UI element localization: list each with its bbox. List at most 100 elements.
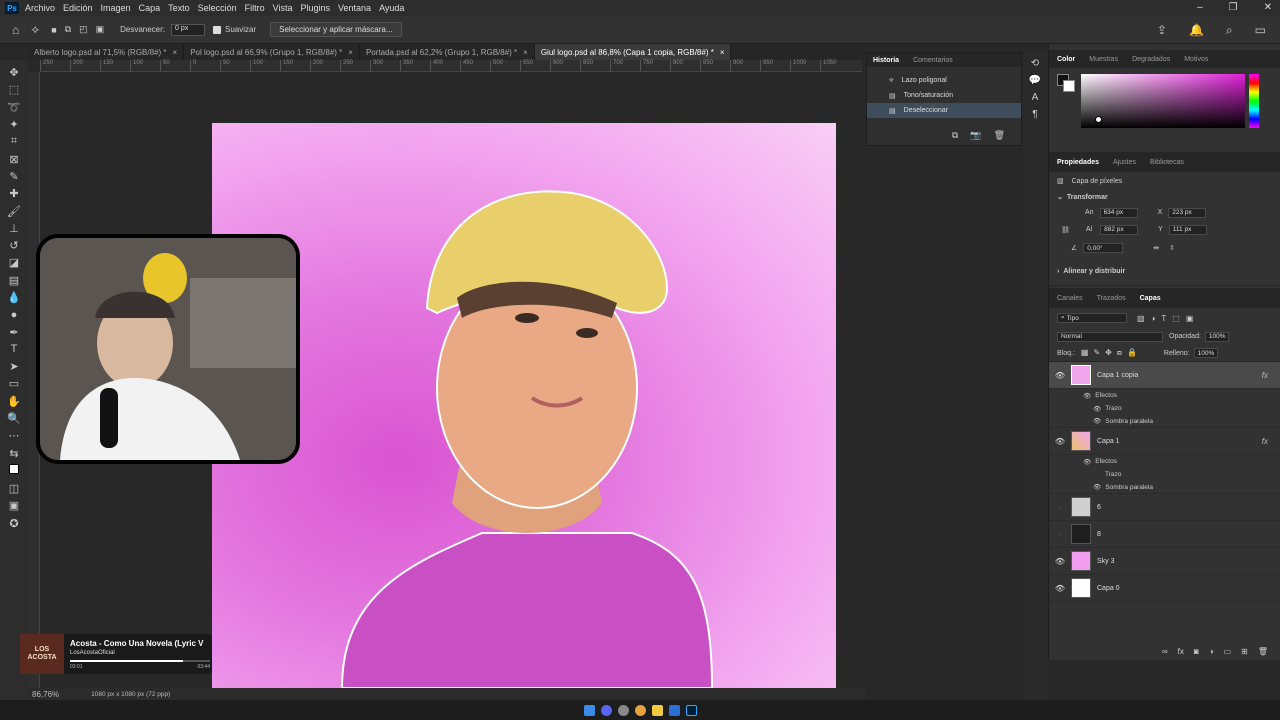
- effects-row[interactable]: 👁 Efectos: [1049, 455, 1280, 468]
- character-panel-icon[interactable]: A: [1032, 92, 1039, 103]
- doc-tab-active[interactable]: Giul logo.psd al 86,8% (Capa 1 copia, RG…: [534, 44, 732, 60]
- opacity-input[interactable]: 100%: [1204, 331, 1229, 342]
- intersect-selection-icon[interactable]: ▣: [96, 24, 105, 35]
- new-selection-icon[interactable]: ■: [51, 25, 56, 35]
- effect-row[interactable]: Trazo: [1049, 468, 1280, 481]
- doc-tab[interactable]: Pol logo.psd al 66,9% (Grupo 1, RGB/8#) …: [184, 44, 360, 60]
- tab-historia[interactable]: Historia: [873, 57, 899, 64]
- doc-tab[interactable]: Alberto logo.psd al 71,5% (RGB/8#) * ×: [28, 44, 185, 60]
- blur-tool-icon[interactable]: 💧: [5, 289, 23, 306]
- delete-layer-icon[interactable]: 🗑: [1258, 647, 1268, 656]
- effect-row[interactable]: 👁 Sombra paralela: [1049, 481, 1280, 494]
- eye-icon[interactable]: 👁: [1049, 371, 1071, 380]
- discord-icon[interactable]: [600, 704, 612, 716]
- paragraph-panel-icon[interactable]: ¶: [1032, 109, 1037, 120]
- x-input[interactable]: 223 px: [1168, 207, 1207, 218]
- move-tool-icon[interactable]: ✥: [5, 64, 23, 81]
- tab-trazados[interactable]: Trazados: [1097, 295, 1126, 302]
- eye-icon[interactable]: 👁: [1049, 557, 1071, 566]
- width-input[interactable]: 634 px: [1099, 207, 1138, 218]
- pen-tool-icon[interactable]: ✒: [5, 323, 23, 340]
- height-input[interactable]: 882 px: [1100, 224, 1139, 235]
- expand-icon[interactable]: ›: [1057, 268, 1059, 275]
- tab-ajustes[interactable]: Ajustes: [1113, 159, 1136, 166]
- crop-tool-icon[interactable]: ⌗: [5, 133, 23, 150]
- menu-seleccion[interactable]: Selección: [198, 3, 237, 13]
- tab-degradados[interactable]: Degradados: [1132, 56, 1170, 63]
- layer-row[interactable]: ▫ 6: [1049, 494, 1280, 521]
- marquee-tool-icon[interactable]: ⬚: [5, 81, 23, 98]
- eye-icon[interactable]: 👁: [1083, 458, 1091, 466]
- fill-input[interactable]: 100%: [1193, 348, 1218, 358]
- layer-name[interactable]: Sky 3: [1097, 558, 1115, 565]
- tab-comentarios[interactable]: Comentarios: [913, 57, 953, 64]
- eye-hidden-icon[interactable]: ▫: [1049, 503, 1071, 512]
- layer-name[interactable]: Capa 1: [1097, 438, 1120, 445]
- tab-motivos[interactable]: Motivos: [1184, 56, 1208, 63]
- track-progress-bar[interactable]: [70, 659, 210, 662]
- subtract-selection-icon[interactable]: ◰: [79, 24, 88, 35]
- windows-start-icon[interactable]: [583, 704, 595, 716]
- close-tab-icon[interactable]: ×: [348, 48, 353, 57]
- home-icon[interactable]: ⌂: [12, 23, 19, 37]
- effect-row[interactable]: 👁 Sombra paralela: [1049, 415, 1280, 428]
- generative-icon[interactable]: ✪: [5, 514, 23, 531]
- eraser-tool-icon[interactable]: ◪: [5, 254, 23, 271]
- menu-capa[interactable]: Capa: [139, 3, 161, 13]
- dodge-tool-icon[interactable]: ●: [5, 306, 23, 323]
- new-group-icon[interactable]: ▭: [1224, 647, 1232, 656]
- collapse-icon[interactable]: ⌄: [1057, 193, 1063, 201]
- foreground-color-swatch[interactable]: [9, 463, 19, 474]
- screen-mode-icon[interactable]: ▣: [5, 497, 23, 514]
- menu-archivo[interactable]: Archivo: [25, 3, 55, 13]
- eye-icon[interactable]: 👁: [1049, 584, 1071, 593]
- fx-icon[interactable]: fx: [1262, 437, 1268, 446]
- smooth-checkbox[interactable]: [213, 25, 222, 34]
- filter-icons[interactable]: ▧◑T⬚▣: [1137, 314, 1199, 323]
- maximize-icon[interactable]: ❐: [1229, 2, 1238, 13]
- quick-mask-icon[interactable]: ◫: [5, 480, 23, 497]
- menu-edicion[interactable]: Edición: [63, 3, 93, 13]
- document-canvas[interactable]: [212, 123, 836, 688]
- menu-plugins[interactable]: Plugins: [301, 3, 331, 13]
- minimize-icon[interactable]: –: [1197, 2, 1203, 13]
- color-field-cursor[interactable]: [1095, 116, 1102, 123]
- history-item-selected[interactable]: ▤ Deseleccionar: [867, 103, 1021, 118]
- eye-icon[interactable]: 👁: [1093, 483, 1101, 491]
- menu-texto[interactable]: Texto: [168, 3, 190, 13]
- lock-icons[interactable]: ▦✎✥⧈🔒: [1081, 348, 1142, 358]
- add-mask-icon[interactable]: ◙: [1194, 647, 1199, 656]
- tab-propiedades[interactable]: Propiedades: [1057, 159, 1099, 166]
- color-field[interactable]: [1081, 74, 1245, 128]
- history-item[interactable]: ▤ Tono/saturación: [867, 88, 1021, 103]
- layer-row[interactable]: 👁 Capa 1 fx: [1049, 428, 1280, 455]
- layer-name[interactable]: Capa 1 copia: [1097, 372, 1138, 379]
- obs-icon[interactable]: [617, 704, 629, 716]
- layer-name[interactable]: Capa 0: [1097, 585, 1120, 592]
- layer-row[interactable]: 👁 Capa 1 copia fx: [1049, 362, 1280, 389]
- layer-name[interactable]: 8: [1097, 531, 1101, 538]
- feather-input[interactable]: 0 px: [171, 23, 206, 36]
- y-input[interactable]: 111 px: [1168, 224, 1207, 235]
- file-explorer-icon[interactable]: [651, 704, 663, 716]
- angle-input[interactable]: 0,00°: [1083, 243, 1124, 253]
- path-selection-tool-icon[interactable]: ➤: [5, 358, 23, 375]
- layer-row[interactable]: 👁 Capa 0: [1049, 575, 1280, 602]
- trash-icon[interactable]: 🗑: [994, 130, 1005, 141]
- new-layer-icon[interactable]: ⊞: [1241, 647, 1248, 656]
- menu-vista[interactable]: Vista: [273, 3, 293, 13]
- more-tools-icon[interactable]: ⋯: [5, 427, 23, 444]
- document-info[interactable]: 1080 px x 1080 px (72 ppp): [91, 691, 170, 698]
- doc-tab[interactable]: Portada.psd al 62,2% (Grupo 1, RGB/8#) *…: [360, 44, 535, 60]
- type-tool-icon[interactable]: T: [5, 341, 23, 358]
- history-brush-tool-icon[interactable]: ↺: [5, 237, 23, 254]
- tab-muestras[interactable]: Muestras: [1089, 56, 1118, 63]
- chrome-icon[interactable]: [634, 704, 646, 716]
- swap-colors-icon[interactable]: ⇆: [5, 445, 23, 462]
- menu-ayuda[interactable]: Ayuda: [379, 3, 404, 13]
- link-dimensions-icon[interactable]: ⛓: [1061, 226, 1070, 234]
- frame-tool-icon[interactable]: ⊠: [5, 150, 23, 167]
- rectangle-tool-icon[interactable]: ▭: [5, 375, 23, 392]
- gradient-tool-icon[interactable]: ▤: [5, 272, 23, 289]
- close-tab-icon[interactable]: ×: [523, 48, 528, 57]
